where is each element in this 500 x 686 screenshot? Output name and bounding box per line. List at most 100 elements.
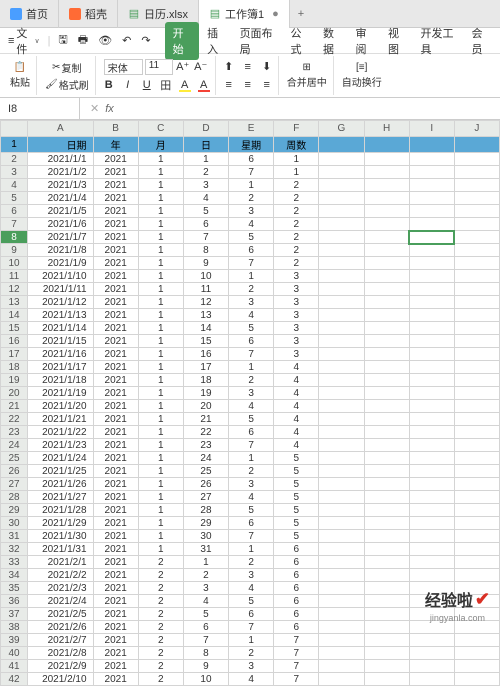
cell-D1[interactable]: 日 (183, 137, 228, 153)
row-header-30[interactable]: 30 (1, 517, 28, 530)
cell-E36[interactable]: 5 (229, 595, 274, 608)
cell-A12[interactable]: 2021/1/11 (28, 283, 93, 296)
cell-H23[interactable] (364, 426, 409, 439)
new-tab-button[interactable]: + (290, 8, 312, 20)
cell-F38[interactable]: 6 (274, 621, 319, 634)
cell-I22[interactable] (409, 413, 454, 426)
col-header-D[interactable]: D (183, 121, 228, 137)
cell-D16[interactable]: 15 (183, 335, 228, 348)
cell-J32[interactable] (454, 543, 499, 556)
cell-B21[interactable]: 2021 (93, 400, 138, 413)
cell-I11[interactable] (409, 270, 454, 283)
cell-H24[interactable] (364, 439, 409, 452)
cell-D41[interactable]: 9 (183, 660, 228, 673)
align-center-icon[interactable]: ≡ (240, 77, 256, 93)
cell-J12[interactable] (454, 283, 499, 296)
cell-G8[interactable] (319, 231, 364, 244)
cell-I40[interactable] (409, 647, 454, 660)
cell-F35[interactable]: 6 (274, 582, 319, 595)
cell-E8[interactable]: 5 (229, 231, 274, 244)
cell-D36[interactable]: 4 (183, 595, 228, 608)
cell-B6[interactable]: 2021 (93, 205, 138, 218)
row-header-29[interactable]: 29 (1, 504, 28, 517)
cell-E30[interactable]: 6 (229, 517, 274, 530)
cell-B19[interactable]: 2021 (93, 374, 138, 387)
cell-G29[interactable] (319, 504, 364, 517)
cell-I15[interactable] (409, 322, 454, 335)
cell-C38[interactable]: 2 (138, 621, 183, 634)
cell-I25[interactable] (409, 452, 454, 465)
cell-A33[interactable]: 2021/2/1 (28, 556, 93, 569)
cell-I21[interactable] (409, 400, 454, 413)
cell-C10[interactable]: 1 (138, 257, 183, 270)
bold-button[interactable]: B (101, 77, 117, 93)
cell-D17[interactable]: 16 (183, 348, 228, 361)
cell-G31[interactable] (319, 530, 364, 543)
row-header-21[interactable]: 21 (1, 400, 28, 413)
cell-F31[interactable]: 5 (274, 530, 319, 543)
cell-H21[interactable] (364, 400, 409, 413)
cell-D22[interactable]: 21 (183, 413, 228, 426)
cell-G39[interactable] (319, 634, 364, 647)
cell-G20[interactable] (319, 387, 364, 400)
cell-D9[interactable]: 8 (183, 244, 228, 257)
cell-I28[interactable] (409, 491, 454, 504)
cell-B24[interactable]: 2021 (93, 439, 138, 452)
ribbon-tab-insert[interactable]: 插入 (201, 22, 231, 60)
cell-C24[interactable]: 1 (138, 439, 183, 452)
cell-G5[interactable] (319, 192, 364, 205)
cell-D11[interactable]: 10 (183, 270, 228, 283)
cell-B22[interactable]: 2021 (93, 413, 138, 426)
row-header-22[interactable]: 22 (1, 413, 28, 426)
cell-C26[interactable]: 1 (138, 465, 183, 478)
cell-A38[interactable]: 2021/2/6 (28, 621, 93, 634)
cell-C20[interactable]: 1 (138, 387, 183, 400)
ribbon-tab-view[interactable]: 视图 (382, 22, 412, 60)
row-header-39[interactable]: 39 (1, 634, 28, 647)
cell-F14[interactable]: 3 (274, 309, 319, 322)
cell-B40[interactable]: 2021 (93, 647, 138, 660)
cell-F13[interactable]: 3 (274, 296, 319, 309)
cell-E14[interactable]: 4 (229, 309, 274, 322)
cell-C4[interactable]: 1 (138, 179, 183, 192)
cell-E10[interactable]: 7 (229, 257, 274, 270)
cell-C36[interactable]: 2 (138, 595, 183, 608)
cell-B13[interactable]: 2021 (93, 296, 138, 309)
ribbon-tab-layout[interactable]: 页面布局 (234, 22, 283, 60)
cell-D12[interactable]: 11 (183, 283, 228, 296)
cell-D5[interactable]: 4 (183, 192, 228, 205)
col-header-J[interactable]: J (454, 121, 499, 137)
cell-B20[interactable]: 2021 (93, 387, 138, 400)
cell-D42[interactable]: 10 (183, 673, 228, 686)
cell-H15[interactable] (364, 322, 409, 335)
cell-I17[interactable] (409, 348, 454, 361)
cell-I27[interactable] (409, 478, 454, 491)
cell-A9[interactable]: 2021/1/8 (28, 244, 93, 257)
row-header-33[interactable]: 33 (1, 556, 28, 569)
col-header-E[interactable]: E (229, 121, 274, 137)
border-button[interactable]: 田 (158, 77, 174, 93)
cell-J42[interactable] (454, 673, 499, 686)
cell-B31[interactable]: 2021 (93, 530, 138, 543)
row-header-31[interactable]: 31 (1, 530, 28, 543)
cell-J31[interactable] (454, 530, 499, 543)
cell-E24[interactable]: 7 (229, 439, 274, 452)
cell-A29[interactable]: 2021/1/28 (28, 504, 93, 517)
menu-button[interactable]: ≡ 文件 ∨ (4, 23, 44, 59)
cell-J8[interactable] (454, 231, 499, 244)
underline-button[interactable]: U (139, 77, 155, 93)
cell-F24[interactable]: 4 (274, 439, 319, 452)
row-header-15[interactable]: 15 (1, 322, 28, 335)
cell-A17[interactable]: 2021/1/16 (28, 348, 93, 361)
col-header-C[interactable]: C (138, 121, 183, 137)
cell-F33[interactable]: 6 (274, 556, 319, 569)
cell-H3[interactable] (364, 166, 409, 179)
cell-G30[interactable] (319, 517, 364, 530)
increase-font-icon[interactable]: A⁺ (175, 59, 191, 75)
cell-A34[interactable]: 2021/2/2 (28, 569, 93, 582)
cell-F10[interactable]: 2 (274, 257, 319, 270)
cell-F9[interactable]: 2 (274, 244, 319, 257)
cell-I18[interactable] (409, 361, 454, 374)
cell-B10[interactable]: 2021 (93, 257, 138, 270)
cell-F25[interactable]: 5 (274, 452, 319, 465)
